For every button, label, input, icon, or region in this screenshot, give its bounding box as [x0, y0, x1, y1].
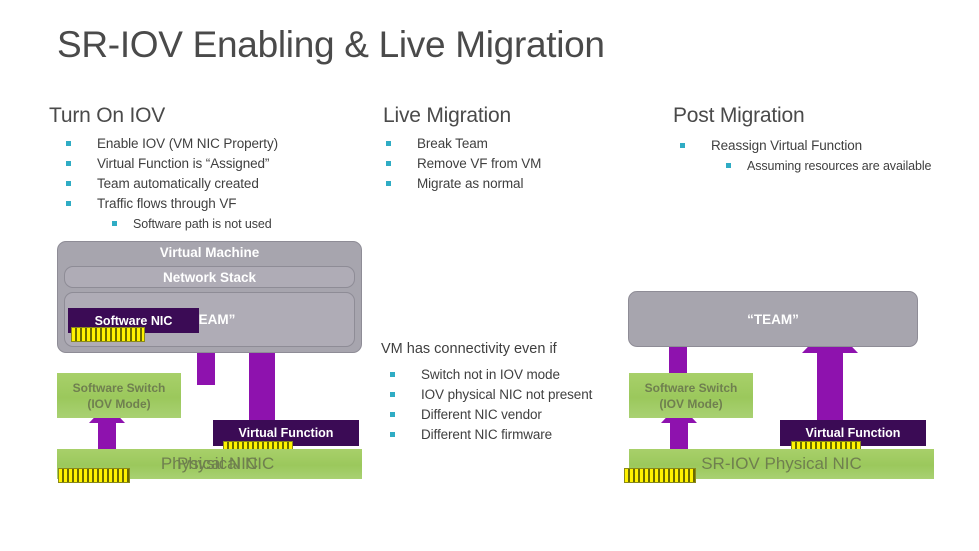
bullet-marker-icon [390, 372, 395, 377]
bullet-list-post-migration: Reassign Virtual Function Assuming resou… [680, 136, 932, 176]
list-item-label: Remove VF from VM [417, 156, 542, 171]
bullet-marker-icon [386, 141, 391, 146]
list-item-label: Team automatically created [97, 176, 259, 191]
bullet-marker-icon [726, 163, 731, 168]
network-stack-box: Network Stack [64, 266, 355, 288]
list-item: Remove VF from VM [386, 154, 541, 174]
list-item-label: Enable IOV (VM NIC Property) [97, 136, 279, 151]
list-item-label: IOV physical NIC not present [421, 387, 593, 402]
bullet-marker-icon [390, 392, 395, 397]
list-item: IOV physical NIC not present [390, 385, 592, 405]
team-label: “TEAM” [747, 311, 799, 327]
port-connector-physical-nic-icon [58, 468, 130, 483]
list-item-sub: Software path is not used [66, 214, 278, 234]
bullet-list-vm-connectivity: Switch not in IOV mode IOV physical NIC … [390, 365, 592, 445]
list-item-label: Software path is not used [133, 217, 272, 231]
physical-nic-label-overlap: Physical NIC [177, 454, 275, 473]
port-connector-software-nic-icon [71, 327, 145, 342]
list-item-label: Different NIC firmware [421, 427, 553, 442]
bullet-marker-icon [386, 181, 391, 186]
port-connector-physical-nic-icon-right [624, 468, 696, 483]
slide-canvas: SR-IOV Enabling & Live Migration Turn On… [0, 0, 979, 551]
list-item-label: Assuming resources are available [747, 159, 932, 173]
physical-nic-label: SR-IOV Physical NIC [701, 454, 862, 473]
bullet-marker-icon [390, 432, 395, 437]
bullet-marker-icon [112, 221, 117, 226]
list-item-sub: Assuming resources are available [680, 156, 932, 176]
bullet-marker-icon [66, 141, 71, 146]
page-title: SR-IOV Enabling & Live Migration [57, 24, 605, 65]
software-switch-label-line2: (IOV Mode) [87, 396, 151, 411]
list-item-label: Virtual Function is “Assigned” [97, 156, 270, 171]
section-heading-live-migration: Live Migration [383, 104, 511, 127]
bullet-marker-icon [386, 161, 391, 166]
list-item-label: Traffic flows through VF [97, 196, 237, 211]
list-item-label: Break Team [417, 136, 488, 151]
bullet-marker-icon [66, 161, 71, 166]
list-item: Break Team [386, 134, 541, 154]
software-switch-label-line2: (IOV Mode) [659, 396, 723, 411]
list-item-label: Reassign Virtual Function [711, 138, 863, 153]
list-item: Virtual Function is “Assigned” [66, 154, 278, 174]
bullet-marker-icon [680, 143, 685, 148]
list-item-label: Switch not in IOV mode [421, 367, 560, 382]
virtual-function-label: Virtual Function [238, 426, 334, 440]
list-item: Team automatically created [66, 174, 278, 194]
bullet-marker-icon [66, 201, 71, 206]
list-item: Migrate as normal [386, 174, 541, 194]
list-item: Enable IOV (VM NIC Property) [66, 134, 278, 154]
list-item: Reassign Virtual Function [680, 136, 931, 156]
team-box-right: “TEAM” [628, 291, 918, 347]
list-item: Switch not in IOV mode [390, 365, 592, 385]
bullet-marker-icon [66, 181, 71, 186]
bullet-list-live-migration: Break Team Remove VF from VM Migrate as … [386, 134, 541, 194]
list-item-label: Migrate as normal [417, 176, 524, 191]
software-switch-box-left: Software Switch (IOV Mode) [57, 373, 181, 418]
software-nic-label: Software NIC [94, 313, 173, 328]
section-heading-post-migration: Post Migration [673, 104, 805, 127]
section-heading-turn-on-iov: Turn On IOV [49, 104, 166, 127]
network-stack-label: Network Stack [162, 269, 257, 285]
bullet-marker-icon [390, 412, 395, 417]
bullet-list-turn-on-iov: Enable IOV (VM NIC Property) Virtual Fun… [66, 134, 278, 234]
software-switch-label-line1: Software Switch [72, 380, 166, 395]
list-item: Different NIC vendor [390, 405, 592, 425]
software-switch-box-right: Software Switch (IOV Mode) [629, 373, 753, 418]
list-item: Different NIC firmware [390, 425, 592, 445]
list-item: Traffic flows through VF [66, 194, 278, 214]
software-switch-label-line1: Software Switch [644, 380, 738, 395]
virtual-function-label: Virtual Function [805, 426, 901, 440]
middle-note-lead: VM has connectivity even if [381, 341, 557, 357]
list-item-label: Different NIC vendor [421, 407, 542, 422]
